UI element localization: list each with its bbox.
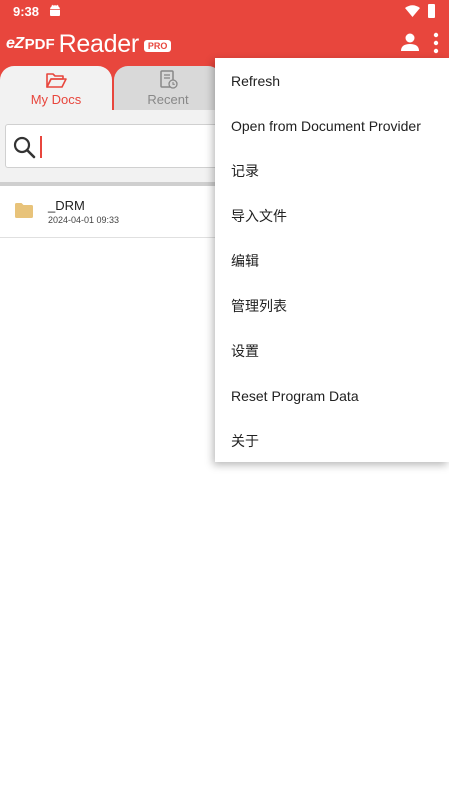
folder-open-icon <box>46 73 67 88</box>
logo-pro-badge: PRO <box>143 40 172 52</box>
file-name: _DRM <box>48 198 85 213</box>
wifi-icon <box>405 5 420 17</box>
recent-document-icon <box>160 70 178 89</box>
logo-pdf: PDF <box>24 35 55 53</box>
android-icon <box>50 4 60 16</box>
menu-item-edit[interactable]: 编辑 <box>215 238 449 283</box>
tab-recent[interactable]: Recent <box>114 66 222 110</box>
app-logo: eZ PDF Reader PRO <box>6 29 172 58</box>
status-bar: 9:38 <box>0 0 449 24</box>
file-date: 2024-04-01 09:33 <box>48 215 120 225</box>
status-time: 9:38 <box>13 4 40 19</box>
menu-item-refresh[interactable]: Refresh <box>215 58 449 103</box>
tab-label: Recent <box>147 92 189 107</box>
folder-icon <box>15 203 33 218</box>
user-icon[interactable] <box>400 32 420 52</box>
overflow-menu: Refresh Open from Document Provider 记录 导… <box>215 58 449 462</box>
menu-item-about[interactable]: 关于 <box>215 418 449 463</box>
menu-item-history[interactable]: 记录 <box>215 148 449 193</box>
menu-item-reset-program-data[interactable]: Reset Program Data <box>215 373 449 418</box>
text-cursor <box>40 136 42 158</box>
battery-icon <box>428 4 435 18</box>
tab-label: My Docs <box>30 92 82 107</box>
menu-item-open-from-document-provider[interactable]: Open from Document Provider <box>215 103 449 148</box>
logo-ez: eZ <box>6 35 24 52</box>
tab-my-docs[interactable]: My Docs <box>0 66 112 110</box>
menu-item-import-file[interactable]: 导入文件 <box>215 193 449 238</box>
search-icon <box>13 136 36 159</box>
menu-item-settings[interactable]: 设置 <box>215 328 449 373</box>
menu-item-manage-list[interactable]: 管理列表 <box>215 283 449 328</box>
logo-reader: Reader <box>58 29 140 58</box>
overflow-menu-icon[interactable] <box>428 32 444 54</box>
